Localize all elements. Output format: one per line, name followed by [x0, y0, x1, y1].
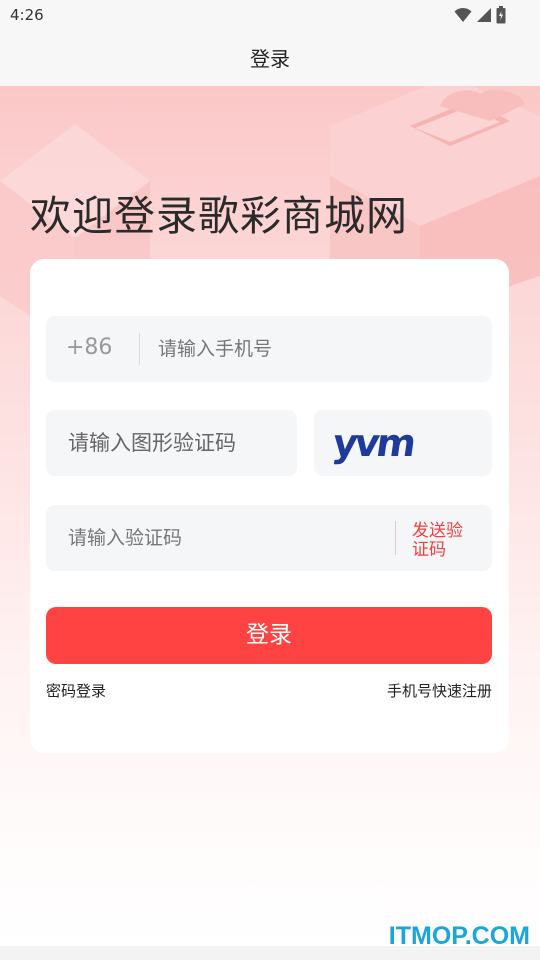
phone-input[interactable]: 请输入手机号 — [158, 316, 272, 382]
captcha-glyphs: yvm — [334, 422, 416, 466]
captcha-image[interactable]: yvm — [314, 410, 492, 476]
divider — [139, 333, 140, 365]
captcha-text: yvm — [334, 422, 416, 466]
welcome-heading: 欢迎登录歌彩商城网 — [30, 192, 408, 240]
sms-code-input[interactable]: 请输入验证码 — [68, 505, 182, 571]
wifi-icon — [454, 7, 472, 23]
login-button[interactable]: 登录 — [46, 607, 492, 664]
watermark: ITMOP.COM — [388, 922, 530, 950]
send-code-button[interactable]: 发送验证码 — [412, 522, 472, 560]
sms-code-field: 请输入验证码 发送验证码 — [46, 505, 492, 571]
captcha-field: 请输入图形验证码 — [46, 410, 297, 476]
register-link[interactable]: 手机号快速注册 — [387, 680, 492, 701]
battery-icon — [496, 6, 506, 24]
password-login-link[interactable]: 密码登录 — [46, 680, 106, 701]
login-card: +86 请输入手机号 请输入图形验证码 yvm 请输入验证码 发送验证码 登录 … — [30, 259, 509, 753]
signal-icon — [476, 7, 492, 23]
divider — [395, 521, 396, 555]
captcha-input[interactable]: 请输入图形验证码 — [68, 410, 236, 476]
status-time: 4:26 — [10, 6, 44, 24]
status-bar: 4:26 — [0, 0, 540, 32]
phone-field: +86 请输入手机号 — [46, 316, 492, 382]
status-icons — [454, 6, 506, 24]
page-title: 登录 — [250, 47, 290, 71]
country-code[interactable]: +86 — [66, 316, 112, 380]
app-bar: 登录 — [0, 32, 540, 86]
